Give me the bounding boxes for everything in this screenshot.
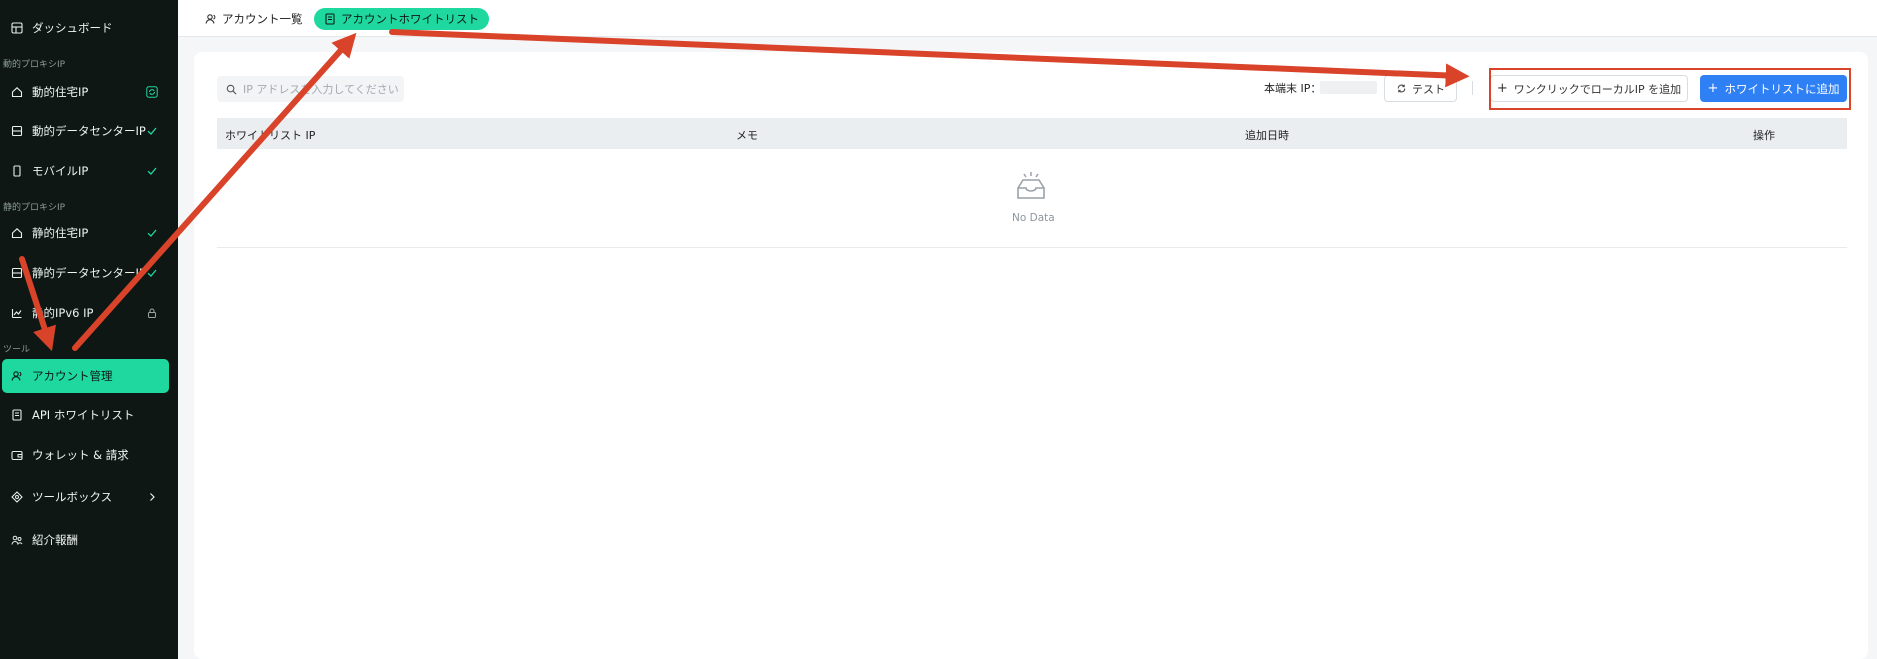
sidebar-item-label: 紹介報酬 (32, 533, 78, 547)
sidebar-item-label: 動的データセンターIP (32, 124, 146, 138)
sidebar-item-label: モバイルIP (32, 164, 89, 178)
refresh-badge-icon (146, 86, 158, 98)
sidebar-item-wallet[interactable]: ウォレット & 請求 (0, 437, 178, 473)
table-bottom-border (217, 247, 1847, 248)
sidebar-item-label: 静的住宅IP (32, 226, 89, 240)
sidebar-item-static-residential[interactable]: 静的住宅IP (0, 215, 178, 251)
sidebar-item-mobile[interactable]: モバイルIP (0, 153, 178, 189)
sidebar-item-label: ツールボックス (32, 490, 113, 504)
sidebar-item-dynamic-datacenter[interactable]: 動的データセンターIP (0, 113, 178, 149)
sidebar-item-label: 静的IPv6 IP (32, 306, 94, 320)
toolbox-icon (11, 491, 23, 503)
check-icon (146, 227, 158, 239)
sidebar-section-static: 静的プロキシIP (3, 203, 66, 213)
search-icon (226, 84, 237, 95)
refresh-icon (1396, 83, 1407, 94)
chevron-right-icon (146, 491, 158, 503)
sidebar-item-label: ウォレット & 請求 (32, 448, 129, 462)
tab-bar: アカウント一覧 アカウントホワイトリスト (178, 0, 1877, 37)
empty-state-text: No Data (1012, 212, 1055, 224)
people-icon (11, 534, 23, 546)
check-icon (146, 267, 158, 279)
tab-label: アカウント一覧 (222, 12, 303, 26)
home-icon (11, 86, 23, 98)
sidebar-section-dynamic: 動的プロキシIP (3, 60, 66, 70)
local-ip-value-masked (1320, 81, 1377, 94)
user-icon (11, 370, 23, 382)
home-icon (11, 227, 23, 239)
sidebar-item-label: ダッシュボード (32, 21, 113, 35)
column-header-memo: メモ (736, 129, 758, 142)
annotation-highlight-box (1489, 68, 1851, 110)
sidebar-item-dynamic-residential[interactable]: 動的住宅IP (0, 74, 178, 110)
column-header-actions: 操作 (1753, 129, 1775, 142)
check-icon (146, 165, 158, 177)
sidebar-item-label: 静的データセンターIP (32, 266, 146, 280)
document-icon (11, 409, 23, 421)
user-icon (205, 13, 217, 25)
lock-icon (146, 307, 158, 319)
sidebar-item-label: アカウント管理 (32, 369, 113, 383)
sidebar-item-label: API ホワイトリスト (32, 408, 135, 422)
sidebar-item-toolbox[interactable]: ツールボックス (0, 479, 178, 515)
tab-label: アカウントホワイトリスト (341, 12, 479, 26)
server-icon (11, 267, 23, 279)
document-icon (324, 13, 336, 25)
column-header-added-at: 追加日時 (1245, 129, 1289, 142)
test-button[interactable]: テスト (1384, 75, 1457, 102)
toolbar-divider (1472, 81, 1473, 95)
sidebar-item-account-management[interactable]: アカウント管理 (2, 359, 169, 393)
local-ip-label: 本端末 IP： (1264, 82, 1322, 95)
tab-account-whitelist[interactable]: アカウントホワイトリスト (314, 8, 489, 30)
sidebar-item-referral[interactable]: 紹介報酬 (0, 522, 178, 558)
mobile-icon (11, 165, 23, 177)
sidebar-item-api-whitelist[interactable]: API ホワイトリスト (0, 397, 178, 433)
empty-inbox-icon (1017, 172, 1045, 199)
chart-icon (11, 307, 23, 319)
column-header-whitelist-ip: ホワイトリスト IP (225, 129, 316, 142)
sidebar-item-label: 動的住宅IP (32, 85, 89, 99)
sidebar: ダッシュボード 動的プロキシIP 動的住宅IP 動的データセンターIP モバイル… (0, 0, 178, 659)
wallet-icon (11, 449, 23, 461)
sidebar-item-static-datacenter[interactable]: 静的データセンターIP (0, 255, 178, 291)
dashboard-icon (11, 22, 23, 34)
search-input[interactable]: IP アドレスを入力してください (217, 76, 404, 102)
test-button-label: テスト (1412, 82, 1445, 96)
search-placeholder: IP アドレスを入力してください (243, 83, 399, 96)
table-header: ホワイトリスト IP メモ 追加日時 操作 (217, 118, 1847, 149)
check-icon (146, 125, 158, 137)
tab-account-list[interactable]: アカウント一覧 (205, 8, 303, 30)
sidebar-item-dashboard[interactable]: ダッシュボード (0, 10, 178, 46)
sidebar-section-tools: ツール (3, 345, 31, 355)
server-icon (11, 125, 23, 137)
sidebar-item-static-ipv6[interactable]: 静的IPv6 IP (0, 295, 178, 331)
